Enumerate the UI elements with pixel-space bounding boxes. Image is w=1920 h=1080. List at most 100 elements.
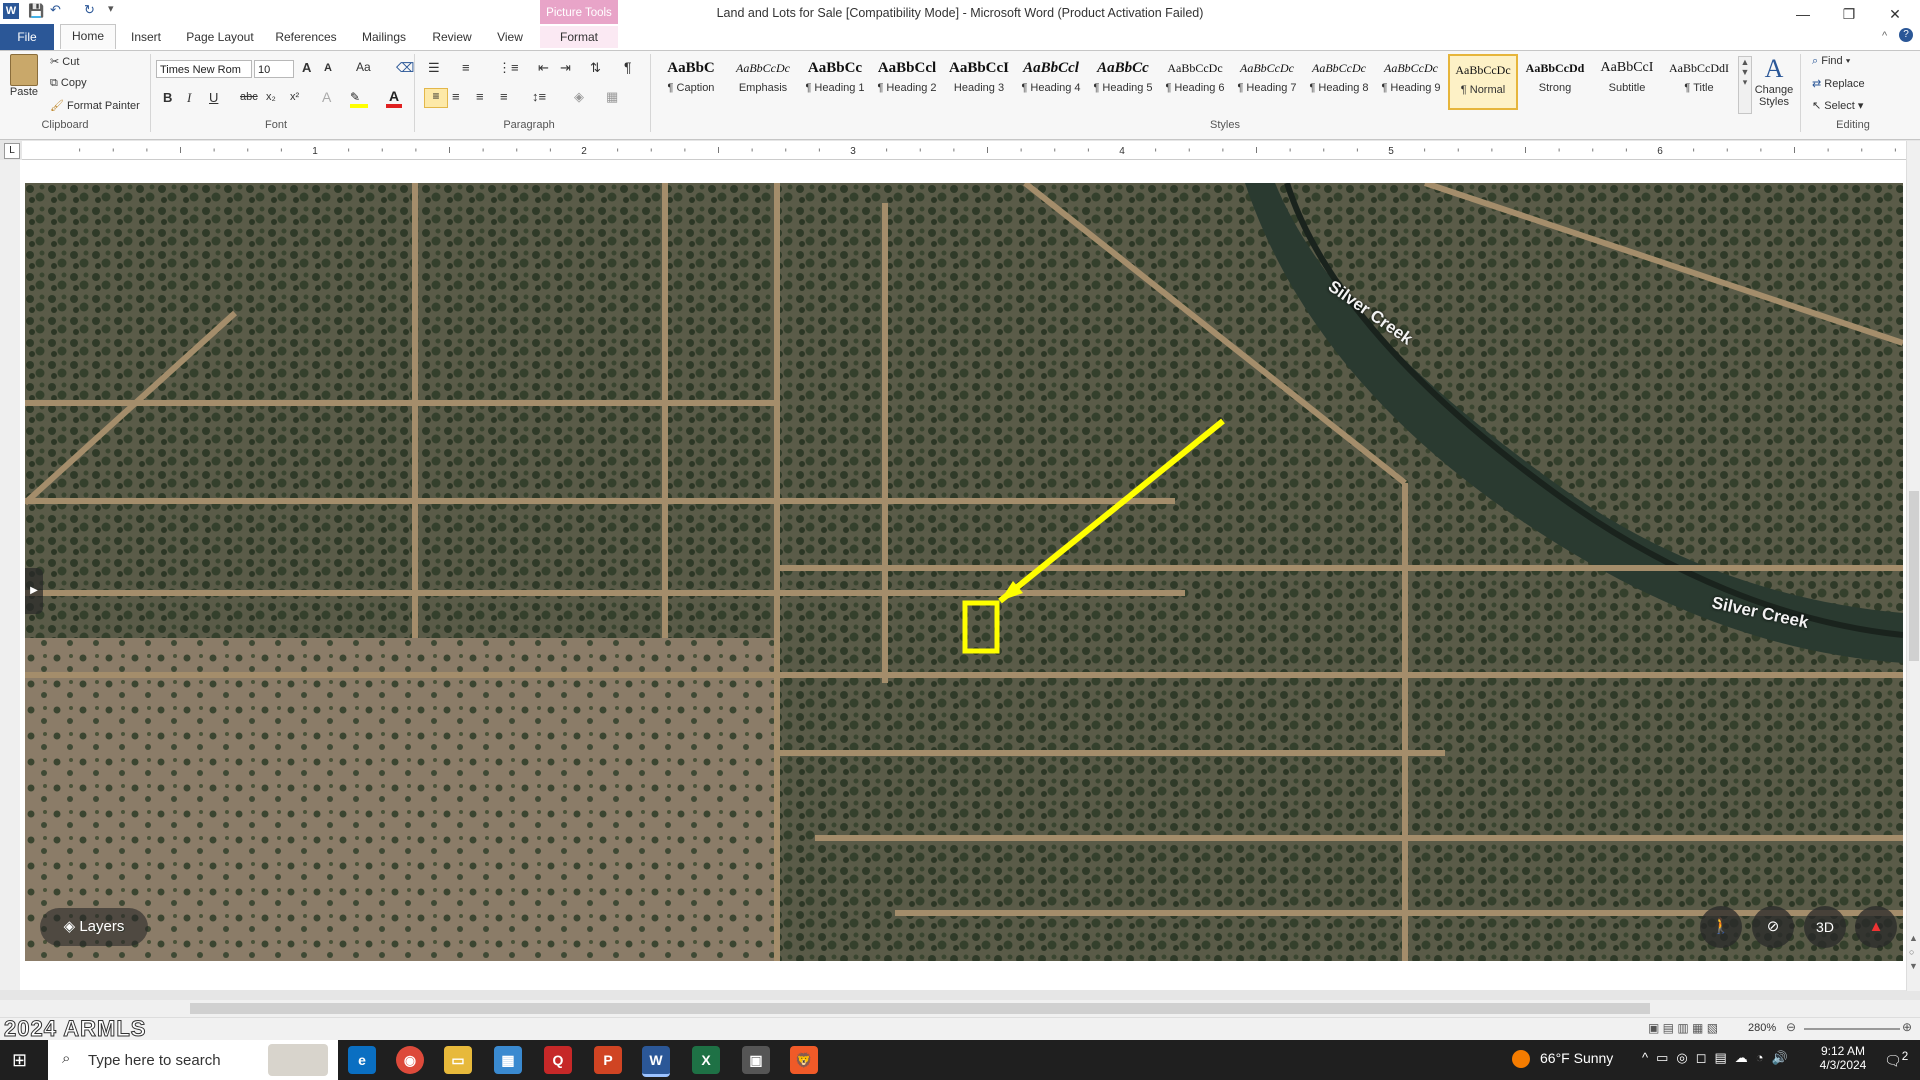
font-size-select[interactable]: 10: [254, 60, 294, 78]
increase-indent-icon[interactable]: ⇥: [560, 60, 571, 76]
style-item[interactable]: AaBbCc ¶ Heading 5: [1088, 54, 1158, 110]
show-formatting-icon[interactable]: ¶: [624, 59, 632, 75]
align-center-icon[interactable]: ≡: [452, 89, 460, 104]
style-item[interactable]: AaBbCcDc ¶ Heading 9: [1376, 54, 1446, 110]
shading-icon[interactable]: ◈: [574, 89, 584, 105]
clock[interactable]: 9:12 AM 4/3/2024: [1808, 1044, 1878, 1072]
excel-icon[interactable]: X: [692, 1046, 720, 1074]
system-tray-icons[interactable]: ^▭◎◻▤☁◔🔊: [1642, 1050, 1796, 1066]
justify-icon[interactable]: ≡: [500, 89, 508, 104]
cut-button[interactable]: ✂ Cut: [50, 55, 79, 68]
style-item[interactable]: AaBbCcDdI ¶ Title: [1664, 54, 1734, 110]
tab-file[interactable]: File: [0, 24, 54, 50]
underline-button[interactable]: U: [209, 90, 218, 105]
chrome-icon[interactable]: ◉: [396, 1046, 424, 1074]
bold-button[interactable]: B: [163, 90, 172, 105]
tab-mailings[interactable]: Mailings: [356, 26, 412, 48]
style-item[interactable]: AaBbC ¶ Caption: [656, 54, 726, 110]
zoom-slider[interactable]: [1804, 1028, 1900, 1030]
styles-scroll[interactable]: ▲ ▼ ▾: [1738, 56, 1752, 114]
align-right-icon[interactable]: ≡: [476, 89, 484, 104]
numbering-icon[interactable]: ≡: [462, 60, 470, 75]
bullets-icon[interactable]: ☰: [428, 60, 440, 76]
style-item[interactable]: AaBbCc ¶ Heading 1: [800, 54, 870, 110]
map-side-panel-toggle[interactable]: ▶: [25, 568, 43, 614]
style-item[interactable]: AaBbCcDc Emphasis: [728, 54, 798, 110]
zoom-out-icon[interactable]: ⊖: [1786, 1020, 1796, 1034]
tab-view[interactable]: View: [490, 26, 530, 48]
notifications-icon[interactable]: 🗨2: [1884, 1050, 1908, 1070]
street-view-icon[interactable]: 🚶: [1700, 906, 1742, 948]
help-icon[interactable]: ?: [1899, 28, 1913, 42]
style-item[interactable]: AaBbCcI Subtitle: [1592, 54, 1662, 110]
aerial-map-image[interactable]: Silver Creek Silver Creek ◈ Layers 🚶 ⊘ 3…: [25, 183, 1903, 961]
align-left-icon[interactable]: ≡: [424, 88, 448, 108]
strikethrough-button[interactable]: abc: [240, 91, 258, 103]
edge-icon[interactable]: e: [348, 1046, 376, 1074]
clear-formatting-icon[interactable]: ⌫: [396, 60, 414, 76]
horizontal-scrollbar[interactable]: [0, 1000, 1920, 1017]
vertical-scrollbar[interactable]: ▲ ○ ▼: [1906, 141, 1920, 991]
compass-icon[interactable]: ▲: [1855, 906, 1897, 948]
change-styles-button[interactable]: A Change Styles: [1752, 54, 1796, 108]
sort-icon[interactable]: ⇅: [590, 60, 601, 76]
copy-button[interactable]: ⧉ Copy: [50, 77, 87, 90]
replace-button[interactable]: ⇄ Replace: [1812, 77, 1865, 90]
shrink-font-button[interactable]: A: [324, 62, 332, 74]
tab-home[interactable]: Home: [60, 24, 116, 49]
line-spacing-icon[interactable]: ↕≡: [532, 89, 546, 104]
horizontal-ruler[interactable]: 1 2 3 4 5 6: [22, 141, 1906, 160]
select-button[interactable]: ↖ Select ▾: [1812, 99, 1863, 112]
file-explorer-icon[interactable]: ▭: [444, 1046, 472, 1074]
weather-text[interactable]: 66°F Sunny: [1540, 1050, 1613, 1066]
app-q-icon[interactable]: Q: [544, 1046, 572, 1074]
word-taskbar-icon[interactable]: W: [642, 1046, 670, 1077]
layers-button[interactable]: ◈ Layers: [40, 908, 148, 946]
style-item[interactable]: AaBbCcl ¶ Heading 2: [872, 54, 942, 110]
font-name-select[interactable]: Times New Rom: [156, 60, 252, 78]
style-item[interactable]: AaBbCcDc ¶ Normal: [1448, 54, 1518, 110]
tab-selector[interactable]: L: [4, 143, 20, 159]
tab-review[interactable]: Review: [428, 26, 476, 48]
style-item[interactable]: AaBbCcDc ¶ Heading 6: [1160, 54, 1230, 110]
browse-buttons[interactable]: ▲ ○ ▼: [1909, 931, 1918, 973]
paste-button[interactable]: Paste: [8, 54, 40, 98]
style-item[interactable]: AaBbCcDc ¶ Heading 7: [1232, 54, 1302, 110]
tilt-off-icon[interactable]: ⊘: [1752, 906, 1794, 948]
3d-button[interactable]: 3D: [1804, 906, 1846, 948]
style-item[interactable]: AaBbCcDc ¶ Heading 8: [1304, 54, 1374, 110]
borders-icon[interactable]: ▦: [606, 89, 618, 105]
brave-icon[interactable]: 🦁: [790, 1046, 818, 1074]
horizontal-scroll-thumb[interactable]: [190, 1003, 1650, 1014]
taskbar-search[interactable]: ⌕ Type here to search: [48, 1040, 338, 1080]
control-panel-icon[interactable]: ▦: [494, 1046, 522, 1074]
vertical-scroll-thumb[interactable]: [1909, 491, 1919, 661]
weather-icon[interactable]: [1512, 1050, 1530, 1068]
multilevel-list-icon[interactable]: ⋮≡: [498, 60, 519, 76]
powerpoint-icon[interactable]: P: [594, 1046, 622, 1074]
tab-format[interactable]: Format: [540, 26, 618, 48]
zoom-in-icon[interactable]: ⊕: [1902, 1020, 1912, 1034]
superscript-button[interactable]: x²: [290, 91, 299, 103]
view-buttons[interactable]: ▣ ▤ ▥ ▦ ▧: [1648, 1021, 1718, 1035]
format-painter-button[interactable]: 🖌 Format Painter: [50, 99, 140, 112]
change-case-button[interactable]: Aa: [356, 60, 371, 74]
windows-start-icon[interactable]: ⊞: [12, 1050, 27, 1071]
tab-references[interactable]: References: [270, 26, 342, 48]
find-button[interactable]: ⌕ Find ▾: [1812, 55, 1850, 68]
highlight-icon[interactable]: ✎: [350, 90, 368, 108]
grow-font-button[interactable]: A: [302, 60, 311, 75]
subscript-button[interactable]: x₂: [266, 91, 276, 103]
tab-insert[interactable]: Insert: [126, 26, 166, 48]
italic-button[interactable]: I: [187, 90, 191, 106]
decrease-indent-icon[interactable]: ⇤: [538, 60, 549, 76]
style-item[interactable]: AaBbCcDd Strong: [1520, 54, 1590, 110]
text-effects-icon[interactable]: A: [322, 89, 331, 105]
font-color-icon[interactable]: A: [386, 88, 402, 108]
tab-page-layout[interactable]: Page Layout: [180, 26, 260, 48]
app-icon[interactable]: ▣: [742, 1046, 770, 1074]
style-item[interactable]: AaBbCcl ¶ Heading 4: [1016, 54, 1086, 110]
style-item[interactable]: AaBbCcI Heading 3: [944, 54, 1014, 110]
zoom-level[interactable]: 280%: [1748, 1022, 1776, 1034]
ribbon-collapse-icon[interactable]: ^: [1882, 30, 1887, 42]
